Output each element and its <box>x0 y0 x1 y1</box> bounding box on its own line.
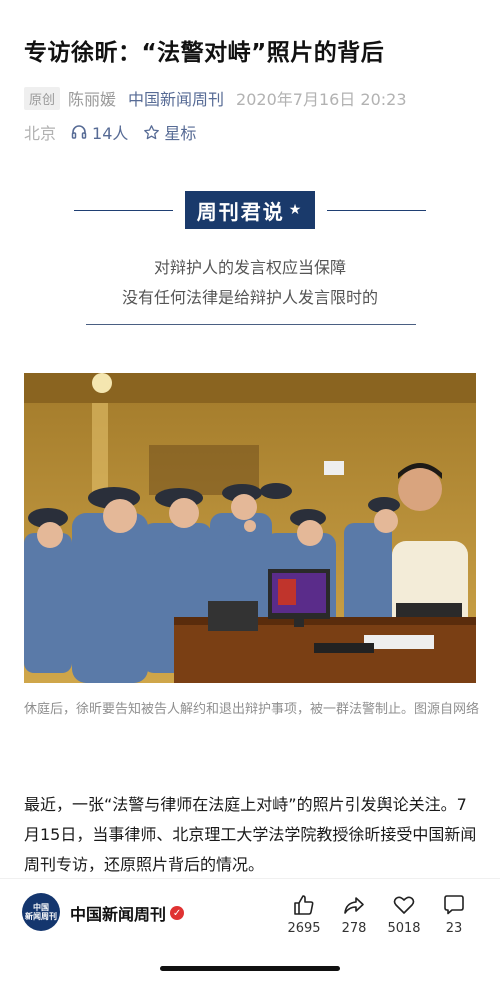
body-paragraph: 最近，一张“法警与律师在法庭上对峙”的照片引发舆论关注。7月15日，当事律师、北… <box>24 795 477 874</box>
banner-label-box: 周刊君说 ★ <box>184 191 316 229</box>
comment-count: 23 <box>445 921 463 936</box>
star-button[interactable]: 星标 <box>142 120 196 144</box>
favorite-count: 5018 <box>387 921 421 936</box>
star-label: 星标 <box>164 124 197 143</box>
listener-count: 14人 <box>92 124 129 143</box>
lead-divider <box>86 324 416 325</box>
banner-label: 周刊君说 <box>196 199 285 224</box>
star-outline-icon <box>142 123 160 141</box>
speech-bubble-icon <box>444 895 464 915</box>
home-indicator[interactable] <box>160 966 340 971</box>
share-button[interactable]: 278 <box>334 893 374 936</box>
bottom-action-bar: 中国 新闻周刊 中国新闻周刊 ✓ 2695 278 5018 23 <box>0 878 500 946</box>
favorite-button[interactable]: 5018 <box>384 893 424 936</box>
like-button[interactable]: 2695 <box>284 893 324 936</box>
headphones-icon <box>70 123 88 141</box>
article-meta-line-2: 北京 14人 星标 <box>24 120 196 144</box>
banner-right-rule <box>327 209 426 211</box>
article-title: 专访徐昕：“法警对峙”照片的背后 <box>24 40 385 66</box>
like-count: 2695 <box>287 921 321 936</box>
heart-icon <box>393 896 415 914</box>
article-meta-line: 原创 陈丽媛 中国新闻周刊 2020年7月16日 20:23 <box>24 86 407 110</box>
listen-button[interactable]: 14人 <box>70 120 128 144</box>
source-account-link[interactable]: 中国新闻周刊 <box>128 86 224 110</box>
section-banner: 周刊君说 ★ <box>74 190 426 230</box>
photo-caption: 休庭后，徐昕要告知被告人解约和退出辩护事项，被一群法警制止。图源自网络 <box>24 702 480 717</box>
lead-line-1: 对辩护人的发言权应当保障 <box>153 258 346 277</box>
original-badge: 原创 <box>24 86 61 110</box>
logo-text-line1: 中国 <box>33 903 49 912</box>
courtroom-photo[interactable] <box>24 373 476 683</box>
comment-button[interactable]: 23 <box>434 893 474 936</box>
share-count: 278 <box>341 921 367 936</box>
account-name[interactable]: 中国新闻周刊 ✓ <box>70 901 185 925</box>
share-arrow-icon <box>344 897 364 914</box>
lead-line-2: 没有任何法律是给辩护人发言限时的 <box>121 288 378 307</box>
location-label: 北京 <box>24 124 57 143</box>
author-name: 陈丽媛 <box>68 90 117 109</box>
thumbs-up-icon <box>294 895 314 915</box>
banner-left-rule <box>74 209 173 211</box>
brand-name: 中国新闻周刊 <box>70 905 167 924</box>
star-icon: ★ <box>288 202 304 218</box>
account-logo[interactable]: 中国 新闻周刊 <box>22 893 60 931</box>
logo-text-line2: 新闻周刊 <box>25 912 57 921</box>
publish-date: 2020年7月16日 20:23 <box>236 90 407 109</box>
verified-icon: ✓ <box>170 906 185 920</box>
